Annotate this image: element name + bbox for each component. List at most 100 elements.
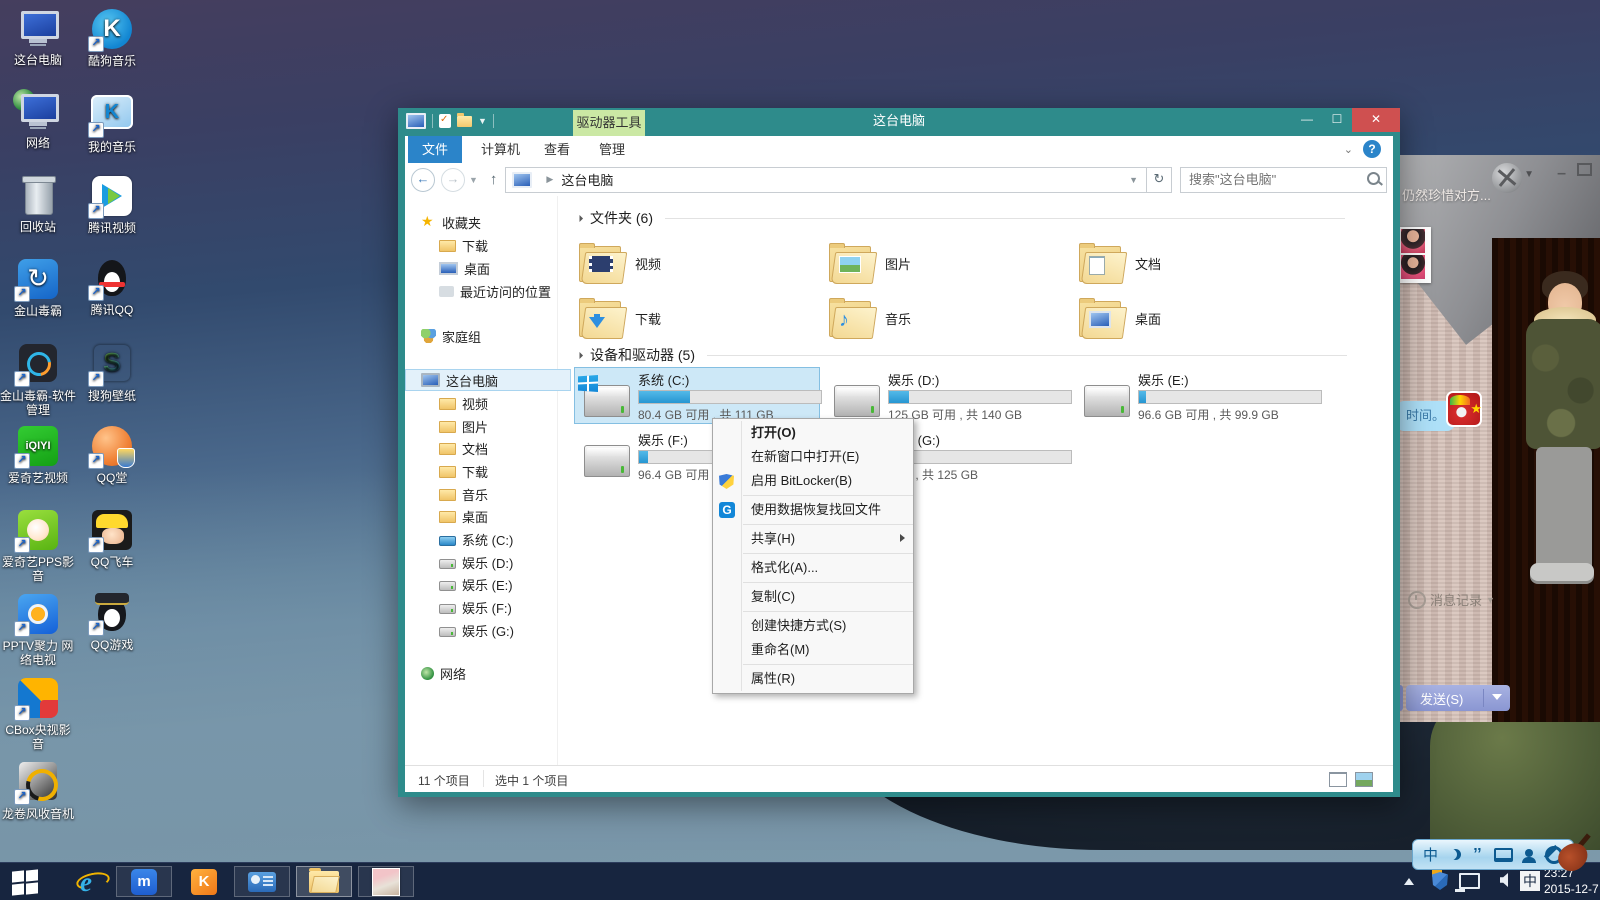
desktop-icon-label: QQ飞车 (74, 555, 150, 569)
desktop-icon-tornado-radio[interactable]: ↗ 龙卷风收音机 (0, 760, 76, 821)
back-button[interactable]: ← (411, 168, 435, 192)
qq-avatar-photos[interactable] (1399, 227, 1431, 283)
menu-item-rename[interactable]: 重命名(M) (713, 638, 913, 662)
minimize-button[interactable]: — (1292, 108, 1322, 132)
drive-icon (439, 604, 456, 614)
drive-tile-e[interactable]: 娱乐 (E:) 96.6 GB 可用 , 共 99.9 GB (1074, 367, 1320, 424)
help-icon[interactable]: ? (1363, 140, 1381, 158)
start-button[interactable] (10, 869, 50, 895)
menu-item-copy[interactable]: 复制(C) (713, 585, 913, 609)
folder-tile-videos[interactable]: 视频 (577, 237, 815, 289)
message-history-button[interactable]: 消息记录 ▼ (1408, 590, 1495, 609)
address-dropdown-chevron-icon[interactable]: ▼ (1129, 175, 1138, 185)
menu-item-create-shortcut[interactable]: 创建快捷方式(S) (713, 614, 913, 638)
tornado-radio-icon: ↗ (15, 762, 61, 804)
drive-tile-d[interactable]: 娱乐 (D:) 125 GB 可用 , 共 140 GB (824, 367, 1070, 424)
up-button[interactable]: ↑ (490, 171, 498, 188)
desktop-icon-kugou[interactable]: K↗ 酷狗音乐 (74, 8, 150, 68)
send-button[interactable]: 发送(S) (1406, 685, 1510, 711)
desktop-icon-qqtang[interactable]: ↗ QQ堂 (74, 425, 150, 485)
desktop-icon-recycle-bin[interactable]: 回收站 (0, 175, 76, 234)
tab-manage[interactable]: 管理 (585, 136, 639, 163)
taskbar-kugou-button[interactable]: K (176, 866, 232, 897)
desktop-icon-network[interactable]: 网络 (0, 91, 76, 150)
tab-computer[interactable]: 计算机 (467, 136, 534, 163)
sidebar-item-favorites[interactable]: ★收藏夹 (405, 211, 571, 233)
qq-skin-menu-chevron-icon[interactable]: ▼ (1524, 169, 1534, 180)
qq-minimize-button[interactable]: – (1557, 165, 1566, 183)
menu-item-format[interactable]: 格式化(A)... (713, 556, 913, 580)
network-tray-icon[interactable] (1459, 873, 1480, 889)
taskbar-control-panel-button[interactable] (234, 866, 290, 897)
taskbar-ie-button[interactable]: e (58, 866, 114, 897)
refresh-button[interactable]: ↻ (1147, 167, 1172, 193)
close-button[interactable]: ✕ (1352, 108, 1400, 132)
thumbnails-view-icon[interactable] (1355, 772, 1373, 787)
desktop-icon-iqiyi[interactable]: iQIYI↗ 爱奇艺视频 (0, 425, 76, 485)
kugou-icon: K↗ (89, 9, 135, 51)
folder-icon (439, 466, 456, 478)
desktop-icon-pps[interactable]: ↗ 爱奇艺PPS影音 (0, 509, 76, 583)
collapse-triangle-icon[interactable] (576, 351, 583, 358)
qq-maximize-button[interactable] (1577, 163, 1592, 176)
sidebar-item-this-pc[interactable]: 这台电脑 (405, 369, 571, 391)
desktop-icon-qq[interactable]: ↗ 腾讯QQ (74, 258, 150, 317)
fullwidth-moon-icon[interactable] (1450, 849, 1461, 860)
details-view-icon[interactable] (1329, 772, 1347, 787)
folder-tile-documents[interactable]: 文档 (1077, 237, 1315, 289)
desktop-icon-sogou-wallpaper[interactable]: S↗ 搜狗壁纸 (74, 342, 150, 403)
desktop-icon-pptv[interactable]: ↗ PPTV聚力 网络电视 (0, 593, 76, 667)
taskbar-photo-viewer-button[interactable] (358, 866, 414, 897)
folder-tile-desktop[interactable]: 桌面 (1077, 292, 1315, 344)
tab-file[interactable]: 文件 (408, 136, 462, 163)
drives-section-header[interactable]: 设备和驱动器 (5) (577, 346, 1347, 364)
ime-mode-indicator[interactable]: 中 (1423, 844, 1438, 865)
desktop-icon-cbox[interactable]: ↗ CBox央视影音 (0, 677, 76, 751)
sidebar-item-homegroup[interactable]: 家庭组 (405, 325, 571, 347)
soft-keyboard-icon[interactable] (1494, 848, 1513, 862)
drive-tools-tab[interactable]: 驱动器工具 (573, 110, 645, 136)
chat-sender-avatar-icon[interactable] (1448, 393, 1480, 425)
security-shield-icon[interactable] (1432, 872, 1448, 890)
forward-button[interactable]: → (441, 168, 465, 192)
search-box[interactable] (1180, 167, 1387, 193)
sidebar-item-network[interactable]: 网络 (405, 662, 571, 684)
taskbar-maxthon-button[interactable]: m (116, 866, 172, 897)
breadcrumb[interactable]: ▶ 这台电脑 ▼ (505, 167, 1147, 193)
send-options-chevron-icon[interactable] (1492, 694, 1502, 700)
show-hidden-icons-button[interactable] (1404, 878, 1414, 885)
menu-item-share[interactable]: 共享(H) (713, 527, 913, 551)
desktop-icon-qq-speed[interactable]: ↗ QQ飞车 (74, 509, 150, 569)
desktop-icon-qq-game[interactable]: ↗ QQ游戏 (74, 593, 150, 652)
qq-chat-window[interactable]: ▼ – 仍然珍惜对方... 时间。 消息记录 ▼ 发送(S) (1396, 155, 1600, 722)
desktop-icon-tencent-video[interactable]: ↗ 腾讯视频 (74, 175, 150, 235)
folder-tile-downloads[interactable]: 下载 (577, 292, 815, 344)
search-input[interactable] (1187, 169, 1361, 191)
menu-item-open[interactable]: 打开(O) (713, 421, 913, 445)
maximize-button[interactable]: ☐ (1322, 108, 1352, 132)
folder-tile-music[interactable]: ♪ 音乐 (827, 292, 1065, 344)
desktop-icon-kingsoft[interactable]: ↻↗ 金山毒霸 (0, 258, 76, 318)
volume-icon[interactable] (1500, 873, 1508, 887)
ime-toolbar[interactable]: 中 ’’ (1412, 839, 1574, 870)
taskbar-explorer-button[interactable] (296, 866, 352, 897)
collapse-triangle-icon[interactable] (576, 214, 583, 221)
menu-item-bitlocker[interactable]: 启用 BitLocker(B) (713, 469, 913, 493)
menu-item-open-new-window[interactable]: 在新窗口中打开(E) (713, 445, 913, 469)
folders-section-header[interactable]: 文件夹 (6) (577, 209, 1345, 227)
ime-indicator[interactable]: 中 (1520, 871, 1540, 891)
history-chevron-icon[interactable]: ▼ (469, 175, 478, 185)
drive-tile-c[interactable]: 系统 (C:) 80.4 GB 可用 , 共 111 GB (574, 367, 820, 424)
folder-icon (439, 489, 456, 501)
desktop-icon-this-pc[interactable]: 这台电脑 (0, 8, 76, 67)
desktop-icon-my-music[interactable]: K↗ 我的音乐 (74, 91, 150, 154)
title-bar[interactable]: ▼ 这台电脑 驱动器工具 — ☐ ✕ (398, 108, 1400, 136)
folder-tile-pictures[interactable]: 图片 (827, 237, 1065, 289)
collapse-ribbon-chevron-icon[interactable]: ⌄ (1344, 143, 1353, 156)
desktop-icon-kingsoft-soft[interactable]: ↗ 金山毒霸-软件管理 (0, 342, 76, 417)
user-icon[interactable] (1525, 849, 1533, 857)
menu-item-properties[interactable]: 属性(R) (713, 667, 913, 691)
punctuation-icon[interactable]: ’’ (1473, 846, 1481, 864)
tab-view[interactable]: 查看 (530, 136, 584, 163)
menu-item-data-recovery[interactable]: G使用数据恢复找回文件 (713, 498, 913, 522)
